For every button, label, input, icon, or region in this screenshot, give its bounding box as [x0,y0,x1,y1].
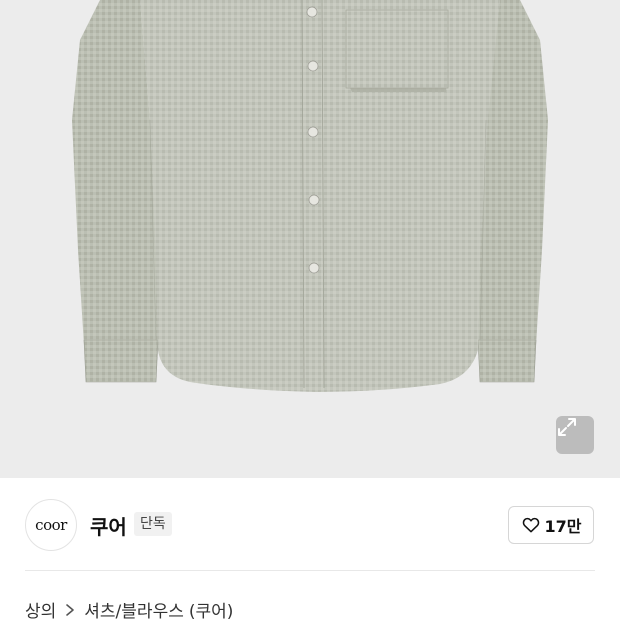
brand-info-row: coor 쿠어 단독 17만 [0,478,620,570]
exclusive-badge: 단독 [134,512,172,536]
brand-logo-text: coor [35,516,67,534]
breadcrumb-subcategory-label: 셔츠/블라우스 [84,602,184,620]
brand-logo[interactable]: coor [25,499,77,551]
breadcrumb-brand-suffix: (쿠어) [188,602,234,620]
section-divider [25,570,595,571]
heart-icon [522,517,539,533]
breadcrumb: 상의 셔츠/블라우스 (쿠어) [25,597,233,620]
shirt-photo [72,0,548,392]
expand-image-button[interactable] [556,416,594,454]
breadcrumb-category[interactable]: 상의 [25,597,56,620]
like-count: 17만 [544,517,582,536]
product-image[interactable] [0,0,620,478]
like-button[interactable]: 17만 [508,506,594,544]
breadcrumb-subcategory[interactable]: 셔츠/블라우스 (쿠어) [84,597,233,620]
product-page: coor 쿠어 단독 17만 상의 셔츠/블라우스 (쿠어) [0,0,620,620]
chevron-right-icon [65,603,75,617]
brand-name[interactable]: 쿠어 [90,511,127,540]
expand-icon [558,418,576,436]
